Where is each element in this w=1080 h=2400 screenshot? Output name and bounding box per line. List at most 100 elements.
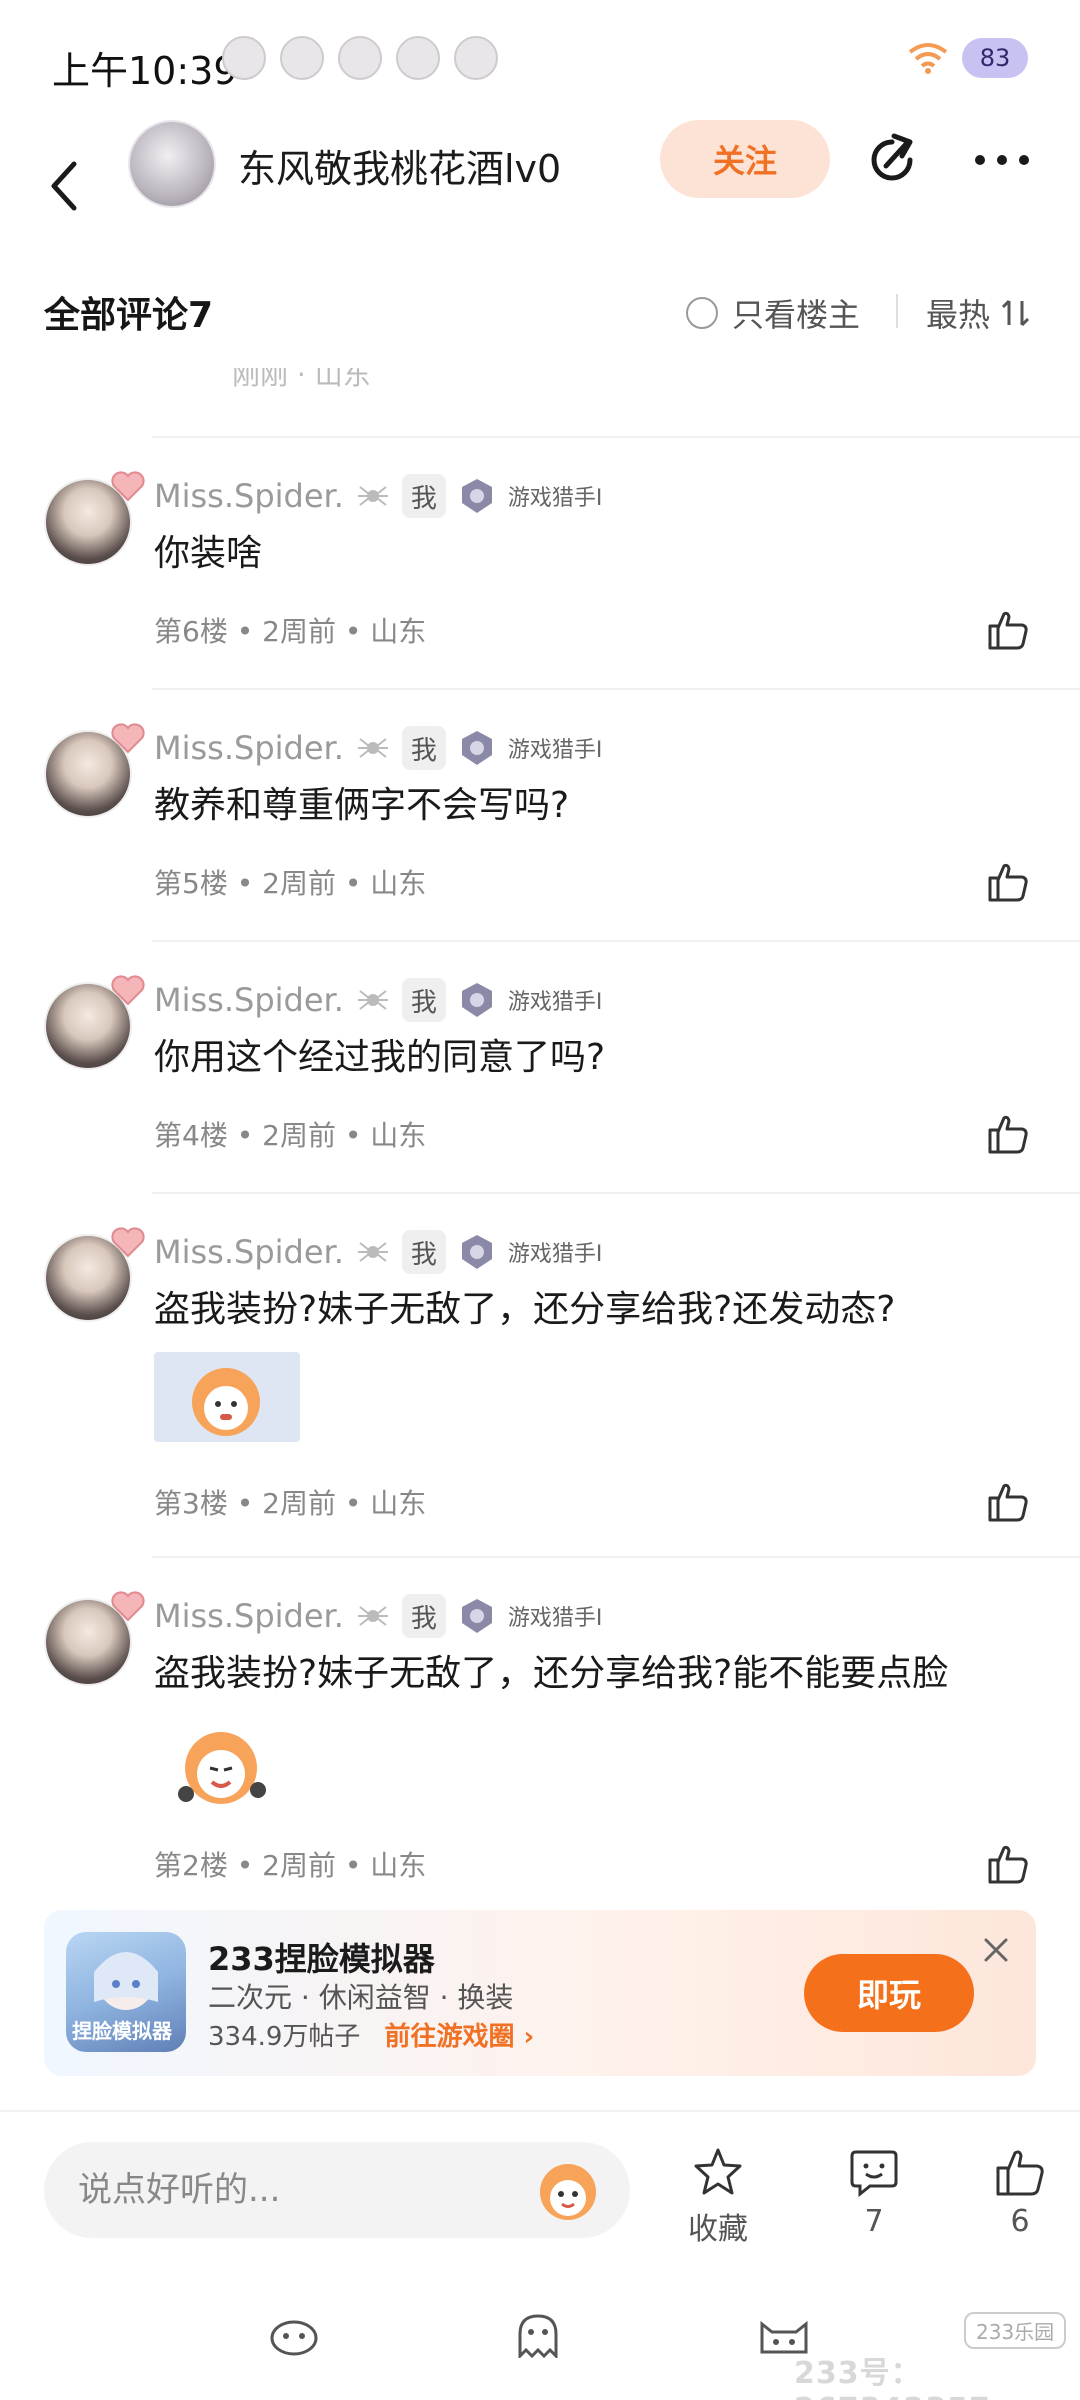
favorite-button[interactable]: 收藏 <box>688 2146 748 2248</box>
sort-label: 最热 <box>926 296 991 334</box>
game-stats: 334.9万帖子 前往游戏圈 › <box>208 2016 534 2053</box>
game-app-icon[interactable]: 捏脸模拟器 <box>66 1932 186 2052</box>
game-hunter-label: 游戏猎手I <box>507 738 603 763</box>
commenter-name[interactable]: Miss.Spider. <box>154 477 344 515</box>
like-icon <box>996 2150 1044 2196</box>
comment-item[interactable]: Miss.Spider. 我 游戏猎手I 盗我装扮?妹子无敌了，还分享给我?还发… <box>0 1224 1080 1564</box>
sticker-icon <box>338 36 382 80</box>
like-icon[interactable] <box>986 1480 1030 1524</box>
like-post-button[interactable]: 6 <box>994 2146 1046 2239</box>
game-circle-link-label: 前往游戏圈 <box>384 2022 515 2052</box>
game-hunter-badge-icon <box>461 1599 492 1633</box>
follow-button[interactable]: 关注 <box>660 120 830 198</box>
share-icon[interactable] <box>864 132 920 188</box>
sticker-icon <box>454 36 498 80</box>
commenter-name[interactable]: Miss.Spider. <box>154 1233 344 1271</box>
game-title[interactable]: 233捏脸模拟器 <box>208 1934 435 1980</box>
close-icon[interactable] <box>980 1934 1012 1966</box>
heart-badge-icon <box>111 723 145 754</box>
battery-indicator: 83 <box>962 38 1028 78</box>
sticker-image[interactable] <box>166 1724 276 1810</box>
comment-meta: 第2楼 • 2周前 • 山东 <box>154 1849 427 1882</box>
game-hunter-label: 游戏猎手I <box>507 1606 603 1631</box>
commenter-name[interactable]: Miss.Spider. <box>154 981 344 1019</box>
nav-ghost-icon[interactable] <box>510 2312 566 2358</box>
comment-meta: 第3楼 • 2周前 • 山东 <box>154 1487 427 1520</box>
comment-meta: 第5楼 • 2周前 • 山东 <box>154 867 427 900</box>
bottom-nav: 233乐园 233号：267342357 <box>0 2290 1080 2400</box>
post-header: 东风敬我桃花酒lv0 关注 <box>0 120 1080 290</box>
game-circle-link[interactable]: 前往游戏圈 › <box>384 2016 534 2053</box>
author-name[interactable]: 东风敬我桃花酒lv0 <box>238 138 561 193</box>
like-icon[interactable] <box>986 1842 1030 1886</box>
comment-button[interactable]: 7 <box>848 2146 900 2239</box>
divider <box>152 940 1080 942</box>
sort-toggle[interactable]: 最热 <box>926 290 1032 336</box>
heart-badge-icon <box>111 471 145 502</box>
watermark-badge: 233乐园 <box>964 2312 1067 2349</box>
radio-icon[interactable] <box>686 297 718 329</box>
like-icon[interactable] <box>986 1112 1030 1156</box>
sticker-icon <box>222 36 266 80</box>
game-hunter-badge-icon <box>461 479 492 513</box>
spider-icon <box>357 1606 388 1626</box>
comment-item[interactable]: Miss.Spider. 我 游戏猎手I 你用这个经过我的同意了吗? 第4楼 •… <box>0 972 1080 1202</box>
author-avatar[interactable] <box>128 120 216 208</box>
divider <box>152 688 1080 690</box>
comment-item[interactable]: Miss.Spider. 我 游戏猎手I 教养和尊重俩字不会写吗? 第5楼 • … <box>0 720 1080 950</box>
sticker-icon <box>396 36 440 80</box>
heart-badge-icon <box>111 1591 145 1622</box>
game-hunter-label: 游戏猎手I <box>507 990 603 1015</box>
game-tags: 二次元 · 休闲益智 · 换装 <box>208 1981 514 2014</box>
commenter-namebar: Miss.Spider. 我 游戏猎手I <box>154 474 602 518</box>
comment-text: 你用这个经过我的同意了吗? <box>154 1037 606 1078</box>
comment-item[interactable]: Miss.Spider. 我 游戏猎手I 你装啥 第6楼 • 2周前 • 山东 <box>0 468 1080 698</box>
me-tag: 我 <box>401 474 446 518</box>
play-now-button[interactable]: 即玩 <box>804 1954 974 2032</box>
comment-text: 盗我装扮?妹子无敌了，还分享给我?能不能要点脸 <box>154 1653 949 1694</box>
like-count: 6 <box>1010 2204 1030 2239</box>
spider-icon <box>357 990 388 1010</box>
me-tag: 我 <box>401 1594 446 1638</box>
status-stickers <box>222 36 498 80</box>
comment-input-box[interactable] <box>44 2142 630 2238</box>
commenter-name[interactable]: Miss.Spider. <box>154 1597 344 1635</box>
sticker-image[interactable] <box>154 1352 300 1442</box>
comment-meta: 第4楼 • 2周前 • 山东 <box>154 1119 427 1152</box>
status-right: 83 <box>908 38 1028 78</box>
comment-text: 教养和尊重俩字不会写吗? <box>154 785 570 826</box>
game-post-count: 334.9万帖子 <box>208 2022 361 2052</box>
favorite-label: 收藏 <box>688 2212 748 2247</box>
emoji-icon[interactable] <box>532 2156 604 2224</box>
me-tag: 我 <box>401 726 446 770</box>
nav-home-icon[interactable] <box>266 2312 322 2358</box>
commenter-namebar: Miss.Spider. 我 游戏猎手I <box>154 1594 602 1638</box>
spider-icon <box>357 738 388 758</box>
heart-badge-icon <box>111 975 145 1006</box>
like-icon[interactable] <box>986 860 1030 904</box>
comment-input[interactable] <box>78 2142 538 2238</box>
spider-icon <box>357 486 388 506</box>
comment-text: 盗我装扮?妹子无敌了，还分享给我?还发动态? <box>154 1289 896 1330</box>
star-icon <box>694 2148 742 2195</box>
bottom-action-bar: 收藏 7 6 <box>0 2110 1080 2280</box>
back-arrow-icon[interactable] <box>42 158 86 214</box>
comment-text: 你装啥 <box>154 533 263 574</box>
commenter-name[interactable]: Miss.Spider. <box>154 729 344 767</box>
game-hunter-label: 游戏猎手I <box>507 486 603 511</box>
divider <box>152 1556 1080 1558</box>
game-promo-card[interactable]: 捏脸模拟器 233捏脸模拟器 二次元 · 休闲益智 · 换装 334.9万帖子 … <box>44 1910 1036 2076</box>
comment-item[interactable]: Miss.Spider. 我 游戏猎手I 盗我装扮?妹子无敌了，还分享给我?能不… <box>0 1588 1080 1898</box>
comment-count: 7 <box>864 2204 884 2239</box>
comments-title: 全部评论7 <box>44 295 214 336</box>
commenter-namebar: Miss.Spider. 我 游戏猎手I <box>154 726 602 770</box>
me-tag: 我 <box>401 978 446 1022</box>
game-hunter-badge-icon <box>461 1235 492 1269</box>
spider-icon <box>357 1242 388 1262</box>
divider <box>896 294 898 328</box>
like-icon[interactable] <box>986 608 1030 652</box>
game-hunter-badge-icon <box>461 731 492 765</box>
more-options-icon[interactable] <box>972 150 1032 170</box>
divider <box>152 436 1080 438</box>
owner-only-toggle[interactable]: 只看楼主 <box>686 290 860 336</box>
